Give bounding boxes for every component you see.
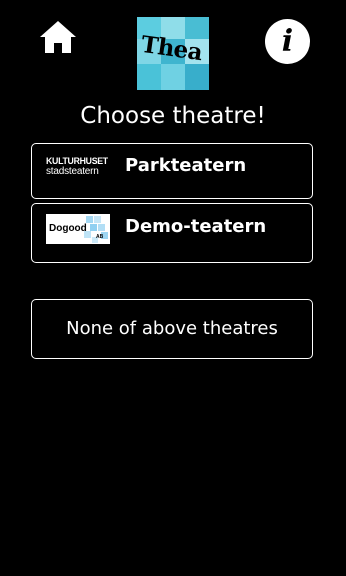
info-icon: i: [281, 24, 294, 59]
dogood-logo: Dogood AB: [46, 214, 110, 244]
dogood-logo-suffix: AB: [96, 234, 104, 240]
page-title: Choose theatre!: [80, 103, 266, 129]
home-button[interactable]: [38, 20, 78, 54]
home-icon: [40, 21, 76, 53]
logo-line-2: stadsteatern: [46, 166, 99, 177]
dogood-logo-text: Dogood: [49, 223, 87, 234]
theatre-name: Demo-teatern: [125, 216, 267, 237]
none-of-above-label: None of above theatres: [66, 318, 278, 339]
logo-line-1: KULTURHUSET: [46, 156, 108, 167]
theatre-name: Parkteatern: [125, 155, 247, 176]
kulturhuset-stadsteatern-logo: KULTURHUSET stadsteatern: [46, 157, 110, 181]
theatre-option-demo-teatern[interactable]: Dogood AB Demo-teatern: [31, 203, 313, 263]
info-button[interactable]: i: [265, 19, 310, 64]
none-of-above-button[interactable]: None of above theatres: [31, 299, 313, 359]
theatre-option-parkteatern[interactable]: KULTURHUSET stadsteatern Parkteatern: [31, 143, 313, 199]
app-logo: Thea: [137, 17, 209, 90]
